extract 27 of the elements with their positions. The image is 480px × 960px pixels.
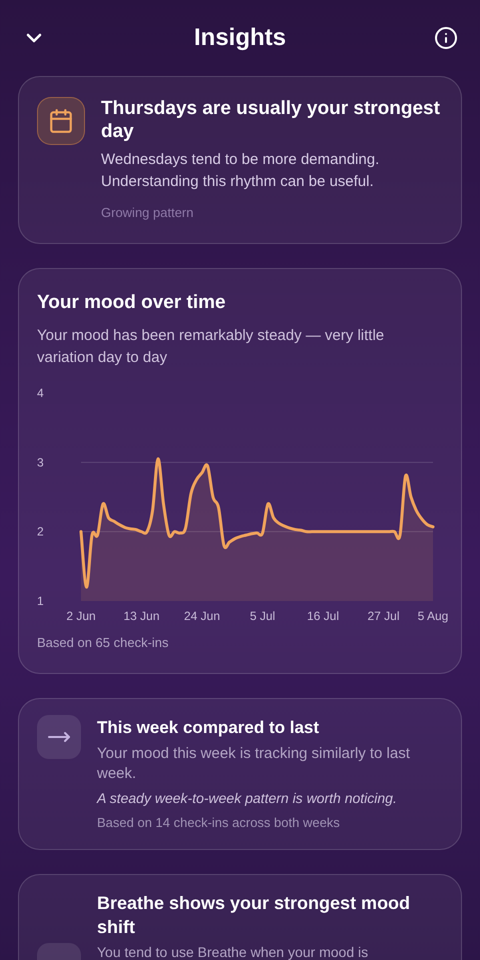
card-title: Your mood over time [37, 290, 227, 314]
axis-label: 3 [37, 455, 44, 470]
insight-title: Thursdays are usually your strongest day [101, 97, 441, 143]
checkin-count: Based on 14 check-ins across both weeks [97, 814, 341, 832]
insight-body: Wednesdays tend to be more demanding. Understanding this rhythm can be useful. [101, 150, 380, 192]
card-body: You tend to use Breathe when your mood is [97, 942, 370, 960]
axis-label: 5 Aug [418, 609, 448, 623]
axis-label: 27 Jul [367, 609, 400, 623]
axis-label: 1 [37, 594, 44, 608]
card-body: Your mood this week is tracking similarly to last week. [97, 744, 411, 784]
page-title: Insights [194, 23, 286, 53]
axis-label: 5 Jul [250, 609, 276, 623]
axis-label: 2 Jun [66, 609, 96, 623]
card-note: A steady week-to-week pattern is worth noticing. [97, 789, 398, 808]
info-icon [434, 26, 458, 50]
checkin-count: Based on 65 check-ins [37, 634, 170, 652]
card-subtitle: Your mood has been remarkably steady — very little variation day to day [37, 326, 386, 368]
axis-label: 16 Jul [306, 609, 340, 623]
calendar-icon [37, 97, 85, 145]
axis-label: 13 Jun [123, 609, 160, 623]
card-title: This week compared to last [97, 716, 320, 738]
arrow-icon [37, 714, 81, 758]
card-title: Breathe shows your strongest mood shift [97, 892, 412, 938]
axis-label: 2 [37, 524, 44, 539]
axis-label: 4 [37, 386, 44, 400]
axis-label: 24 Jun [184, 609, 220, 623]
pattern-tag: Growing pattern [101, 203, 443, 222]
